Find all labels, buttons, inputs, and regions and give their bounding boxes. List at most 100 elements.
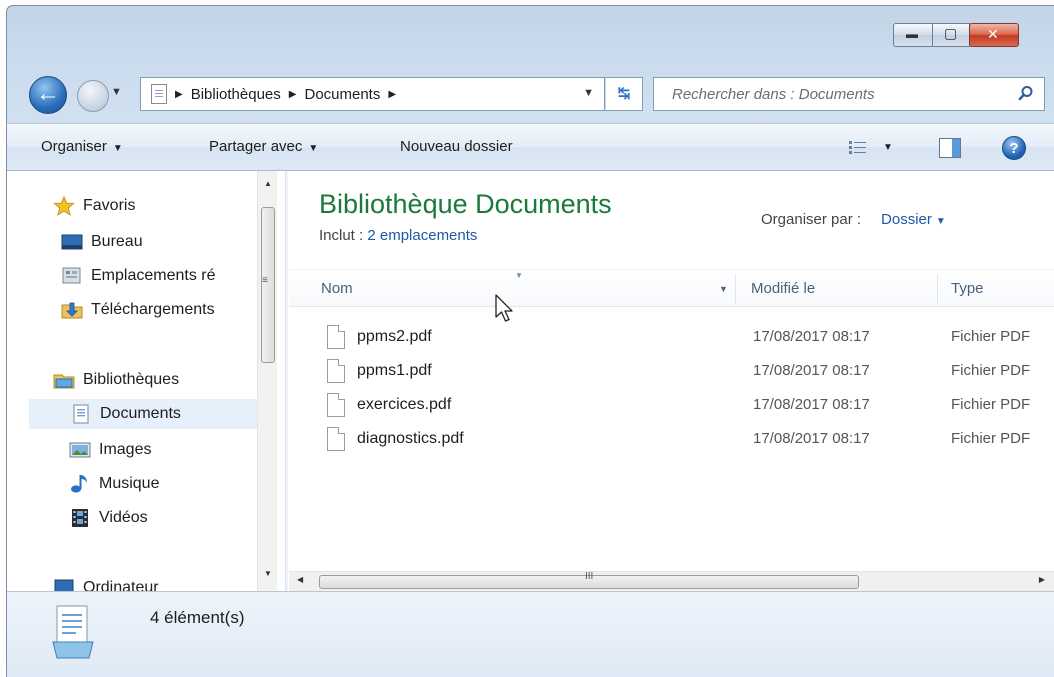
refresh-button[interactable]: ↹ xyxy=(605,77,643,111)
file-row[interactable]: ppms2.pdf 17/08/2017 08:17 Fichier PDF xyxy=(317,321,1054,355)
film-strip-icon xyxy=(72,509,88,527)
column-filter-dropdown-icon[interactable]: ▼ xyxy=(719,284,728,294)
chevron-right-icon[interactable]: ▶ xyxy=(175,89,183,100)
file-modified: 17/08/2017 08:17 xyxy=(753,328,870,345)
file-modified: 17/08/2017 08:17 xyxy=(753,430,870,447)
file-name: diagnostics.pdf xyxy=(357,430,464,447)
chevron-right-icon[interactable]: ▶ xyxy=(388,89,396,100)
file-icon xyxy=(327,393,345,417)
file-row[interactable]: diagnostics.pdf 17/08/2017 08:17 Fichier… xyxy=(317,423,1054,457)
column-separator[interactable] xyxy=(937,274,938,304)
address-dropdown-icon[interactable]: ▼ xyxy=(583,87,594,99)
scroll-up-icon[interactable]: ▲ xyxy=(264,179,272,188)
file-name: ppms2.pdf xyxy=(357,328,432,345)
star-icon xyxy=(53,196,75,216)
column-header-modified[interactable]: Modifié le xyxy=(751,280,815,297)
maximize-button[interactable]: ▢ xyxy=(932,23,970,47)
dropdown-arrow-icon: ▼ xyxy=(112,143,123,154)
organize-label: Organiser xyxy=(41,138,107,155)
mouse-pointer-icon xyxy=(495,294,513,322)
navigation-pane: Favoris Bureau Emplacements ré Télécharg… xyxy=(7,171,285,591)
sidebar-item-images[interactable]: Images xyxy=(69,435,151,465)
dropdown-arrow-icon[interactable]: ▼ xyxy=(936,216,946,227)
file-type: Fichier PDF xyxy=(951,328,1031,345)
column-separator[interactable] xyxy=(735,274,736,304)
file-type: Fichier PDF xyxy=(951,430,1031,447)
content-area: Favoris Bureau Emplacements ré Télécharg… xyxy=(7,171,1054,591)
sidebar-item-desktop[interactable]: Bureau xyxy=(61,227,143,257)
sidebar-item-label: Bibliothèques xyxy=(83,371,180,388)
arrange-by: Organiser par : Dossier ▼ xyxy=(761,211,946,228)
libraries-icon xyxy=(53,374,75,389)
library-title: Bibliothèque Documents xyxy=(319,189,612,219)
sidebar-item-label: Ordinateur xyxy=(83,579,159,591)
breadcrumb-documents[interactable]: Documents xyxy=(304,86,380,103)
forward-button[interactable] xyxy=(77,80,109,112)
scroll-right-icon[interactable]: ▶ xyxy=(1039,575,1045,584)
maximize-icon: ▢ xyxy=(944,25,958,41)
close-icon: ✕ xyxy=(987,26,999,42)
sidebar-item-label: Vidéos xyxy=(99,509,148,526)
downloads-folder-icon xyxy=(61,302,83,319)
file-modified: 17/08/2017 08:17 xyxy=(753,396,870,413)
back-button[interactable]: ← xyxy=(29,76,67,114)
minimize-button[interactable]: ▬ xyxy=(893,23,933,47)
recent-places-icon xyxy=(62,267,81,284)
sidebar-item-computer[interactable]: Ordinateur xyxy=(53,573,159,591)
file-list-pane: Bibliothèque Documents Inclut : 2 emplac… xyxy=(289,171,1054,591)
column-header-type[interactable]: Type xyxy=(951,280,984,297)
file-row[interactable]: ppms1.pdf 17/08/2017 08:17 Fichier PDF xyxy=(317,355,1054,389)
share-menu[interactable]: Partager avec ▼ xyxy=(209,138,318,155)
pane-splitter[interactable] xyxy=(285,171,288,591)
sidebar-scrollbar[interactable]: ▲ ≡ ▼ xyxy=(257,171,277,591)
sidebar-item-recent-places[interactable]: Emplacements ré xyxy=(61,261,216,291)
file-type: Fichier PDF xyxy=(951,362,1031,379)
file-icon xyxy=(327,359,345,383)
new-folder-button[interactable]: Nouveau dossier xyxy=(400,138,513,155)
computer-icon xyxy=(54,579,74,591)
sidebar-item-favorites[interactable]: Favoris xyxy=(53,191,135,221)
search-icon[interactable] xyxy=(1018,85,1034,101)
sidebar-item-downloads[interactable]: Téléchargements xyxy=(61,295,215,325)
include-label: Inclut : xyxy=(319,227,368,244)
library-include-info: Inclut : 2 emplacements xyxy=(319,227,477,244)
scroll-down-icon[interactable]: ▼ xyxy=(264,569,272,578)
chevron-right-icon[interactable]: ▶ xyxy=(289,89,297,100)
command-bar: Organiser ▼ Partager avec ▼ Nouveau dossie… xyxy=(7,123,1054,171)
file-row[interactable]: exercices.pdf 17/08/2017 08:17 Fichier P… xyxy=(317,389,1054,423)
file-modified: 17/08/2017 08:17 xyxy=(753,362,870,379)
sidebar-item-documents[interactable]: Documents xyxy=(29,399,257,429)
column-header-name[interactable]: Nom xyxy=(321,280,353,297)
include-locations-link[interactable]: 2 emplacements xyxy=(367,227,477,244)
library-icon xyxy=(151,84,167,104)
organize-menu[interactable]: Organiser ▼ xyxy=(41,138,123,155)
help-icon[interactable]: ? xyxy=(1002,136,1026,160)
desktop-icon xyxy=(61,234,83,250)
sidebar-item-videos[interactable]: Vidéos xyxy=(69,503,148,533)
minimize-icon: ▬ xyxy=(906,27,918,41)
sidebar-item-music[interactable]: Musique xyxy=(69,469,159,499)
music-note-icon xyxy=(71,475,87,493)
file-name: ppms1.pdf xyxy=(357,362,432,379)
horizontal-scrollbar[interactable]: ◀ III ▶ xyxy=(289,571,1054,591)
arrange-label: Organiser par : xyxy=(761,211,862,228)
search-box[interactable] xyxy=(653,77,1045,111)
history-dropdown-icon[interactable]: ▼ xyxy=(111,86,122,98)
scroll-grip-icon: III xyxy=(585,571,594,582)
search-input[interactable] xyxy=(672,85,1002,103)
scroll-left-icon[interactable]: ◀ xyxy=(297,575,303,584)
sidebar-item-libraries[interactable]: Bibliothèques xyxy=(53,365,179,395)
sidebar-item-label: Emplacements ré xyxy=(91,267,216,284)
view-dropdown-icon[interactable]: ▼ xyxy=(883,142,893,153)
view-options-icon[interactable] xyxy=(849,140,867,156)
scroll-grip-icon: ≡ xyxy=(262,275,268,286)
preview-pane-icon[interactable] xyxy=(939,138,961,158)
address-bar[interactable]: ▶ Bibliothèques ▶ Documents ▶ ▼ xyxy=(140,77,605,111)
documents-library-icon xyxy=(52,605,94,659)
sidebar-item-label: Documents xyxy=(100,405,181,422)
arrange-by-dropdown[interactable]: Dossier xyxy=(881,211,932,228)
close-button[interactable]: ✕ xyxy=(969,23,1019,47)
sidebar-item-label: Images xyxy=(99,441,152,458)
breadcrumb-libraries[interactable]: Bibliothèques xyxy=(191,86,281,103)
documents-icon xyxy=(73,404,89,424)
